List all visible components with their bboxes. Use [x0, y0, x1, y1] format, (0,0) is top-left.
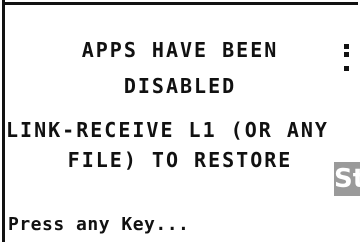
message-line-3: LINK-RECEIVE L1 (OR ANY [6, 118, 329, 142]
screen-border-left [2, 0, 5, 242]
message-line-1: APPS HAVE BEEN [81, 38, 279, 62]
screen-border-top [2, 2, 358, 5]
watermark-badge: St [334, 162, 360, 196]
indicator-dot [344, 66, 349, 71]
press-any-key-prompt[interactable]: Press any Key... [8, 214, 189, 235]
message-line-2: DISABLED [123, 74, 237, 98]
message-line-4: FILE) TO RESTORE [67, 148, 293, 172]
calculator-screen: APPS HAVE BEEN DISABLED LINK-RECEIVE L1 … [0, 0, 360, 242]
